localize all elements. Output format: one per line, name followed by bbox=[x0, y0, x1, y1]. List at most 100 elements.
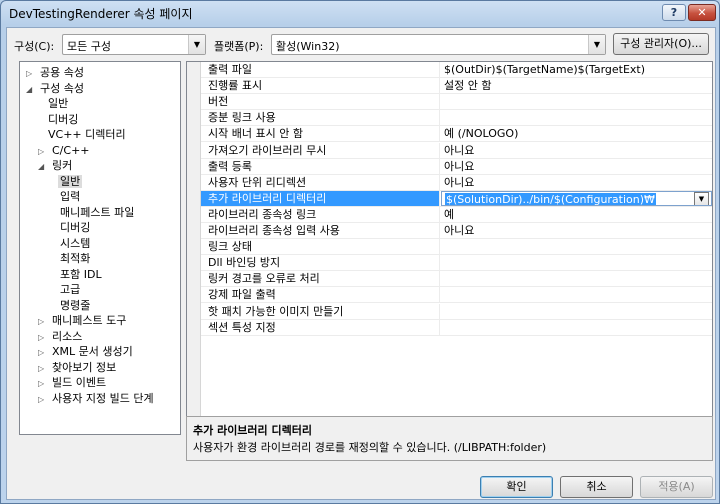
property-value[interactable]: $(SolutionDir)../bin/$(Configuration)₩ ▼ bbox=[441, 190, 712, 206]
property-name: 증분 링크 사용 bbox=[201, 110, 440, 126]
tree-item[interactable]: ▷ XML 문서 생성기 bbox=[38, 344, 135, 359]
tree-item-label: C/C++ bbox=[52, 143, 90, 157]
property-row[interactable]: 강제 파일 출력 bbox=[201, 287, 712, 304]
tree-item[interactable]: ▷ 찾아보기 정보 bbox=[38, 360, 118, 375]
category-tree[interactable]: ▷ 공용 속성 ◢ 구성 속성 일반 디버깅 VC++ 디렉터리 ▷ C/C++ ◢ 링커 일반 입력 매… bbox=[19, 61, 181, 435]
property-value-text: 예 (/NOLOGO) bbox=[444, 127, 519, 141]
tree-item[interactable]: ▷ 매니페스트 도구 bbox=[38, 313, 128, 328]
collapsed-arrow-icon[interactable]: ▷ bbox=[38, 314, 50, 329]
property-row[interactable]: 섹션 특성 지정 bbox=[201, 319, 712, 336]
property-row[interactable]: 증분 링크 사용 bbox=[201, 110, 712, 127]
property-row[interactable]: 라이브러리 종속성 링크 예 bbox=[201, 206, 712, 223]
tree-item[interactable]: 명령줄 bbox=[58, 298, 92, 313]
tree-item[interactable]: 포함 IDL bbox=[58, 267, 104, 282]
property-name: 섹션 특성 지정 bbox=[201, 319, 440, 335]
property-row[interactable]: 가져오기 라이브러리 무시 아니요 bbox=[201, 142, 712, 159]
platform-select-value: 활성(Win32) bbox=[276, 40, 340, 53]
tree-item[interactable]: 시스템 bbox=[58, 236, 92, 251]
property-value[interactable] bbox=[441, 94, 712, 109]
collapsed-arrow-icon[interactable]: ▷ bbox=[38, 392, 50, 407]
tree-item-label: 명령줄 bbox=[60, 298, 91, 312]
tree-item[interactable]: ▷ 공용 속성 bbox=[26, 65, 86, 80]
tree-item[interactable]: ▷ 사용자 지정 빌드 단계 bbox=[38, 391, 156, 406]
tree-item[interactable]: 일반 bbox=[58, 174, 83, 189]
collapsed-arrow-icon[interactable]: ▷ bbox=[38, 330, 50, 345]
property-row[interactable]: 사용자 단위 리디렉션 아니요 bbox=[201, 174, 712, 191]
dialog-client: 구성(C): 모든 구성 ▼ 플랫폼(P): 활성(Win32) ▼ 구성 관리… bbox=[6, 27, 716, 500]
property-value[interactable]: $(OutDir)$(TargetName)$(TargetExt) bbox=[441, 62, 712, 77]
tree-item[interactable]: ◢ 링커 bbox=[38, 158, 74, 173]
config-select[interactable]: 모든 구성 ▼ bbox=[62, 34, 206, 55]
close-button[interactable]: ✕ bbox=[688, 4, 716, 21]
property-value-text: $(SolutionDir)../bin/$(Configuration)₩ bbox=[445, 192, 656, 206]
property-row[interactable]: 핫 패치 가능한 이미지 만들기 bbox=[201, 303, 712, 320]
property-name: 사용자 단위 리디렉션 bbox=[201, 174, 440, 190]
property-value[interactable] bbox=[441, 239, 712, 254]
tree-item-label: 매니페스트 파일 bbox=[60, 205, 135, 219]
tree-item[interactable]: ◢ 구성 속성 bbox=[26, 81, 86, 96]
property-row[interactable]: 추가 라이브러리 디렉터리 $(SolutionDir)../bin/$(Conf… bbox=[201, 190, 712, 207]
property-value[interactable] bbox=[441, 255, 712, 270]
chevron-down-icon[interactable]: ▼ bbox=[188, 35, 205, 54]
tree-item[interactable]: VC++ 디렉터리 bbox=[46, 127, 128, 142]
tree-item[interactable]: 고급 bbox=[58, 282, 82, 297]
title-bar[interactable]: DevTestingRenderer 속성 페이지 ? ✕ bbox=[1, 1, 719, 25]
property-value[interactable]: 아니요 bbox=[441, 159, 712, 174]
dropdown-arrow-icon[interactable]: ▼ bbox=[694, 191, 709, 205]
expanded-arrow-icon[interactable]: ◢ bbox=[38, 159, 50, 174]
collapsed-arrow-icon[interactable]: ▷ bbox=[38, 345, 50, 360]
tree-item-label: 입력 bbox=[60, 190, 81, 203]
property-row[interactable]: 출력 파일 $(OutDir)$(TargetName)$(TargetExt) bbox=[201, 62, 712, 78]
property-grid[interactable]: 출력 파일 $(OutDir)$(TargetName)$(TargetExt) 진… bbox=[186, 61, 713, 436]
tree-item[interactable]: 입력 bbox=[58, 189, 82, 204]
property-row[interactable]: 출력 등록 아니요 bbox=[201, 158, 712, 175]
tree-item[interactable]: 디버깅 bbox=[58, 220, 92, 235]
property-row[interactable]: 라이브러리 종속성 입력 사용 아니요 bbox=[201, 223, 712, 239]
property-name: 추가 라이브러리 디렉터리 bbox=[201, 190, 440, 206]
property-value-text: 설정 안 함 bbox=[444, 79, 492, 93]
description-panel: 추가 라이브러리 디렉터리 사용자가 환경 라이브러리 경로를 재정의할 수 있… bbox=[186, 416, 713, 461]
property-row[interactable]: 링커 경고를 오류로 처리 bbox=[201, 271, 712, 288]
property-row[interactable]: 시작 배너 표시 안 함 예 (/NOLOGO) bbox=[201, 126, 712, 143]
property-name: 라이브러리 종속성 링크 bbox=[201, 206, 440, 222]
property-value-text: 예 bbox=[444, 207, 455, 221]
apply-button[interactable]: 적용(A) bbox=[640, 476, 713, 498]
collapsed-arrow-icon[interactable]: ▷ bbox=[26, 66, 38, 81]
property-row[interactable]: 버전 bbox=[201, 94, 712, 111]
expanded-arrow-icon[interactable]: ◢ bbox=[26, 82, 38, 97]
property-value[interactable]: 예 bbox=[441, 207, 712, 222]
tree-item[interactable]: ▷ C/C++ bbox=[38, 143, 92, 158]
tree-item[interactable]: 매니페스트 파일 bbox=[58, 205, 136, 220]
window-title: DevTestingRenderer 속성 페이지 bbox=[9, 7, 193, 21]
collapsed-arrow-icon[interactable]: ▷ bbox=[38, 144, 50, 159]
property-row[interactable]: 링크 상태 bbox=[201, 239, 712, 256]
tree-item[interactable]: 디버깅 bbox=[46, 112, 80, 127]
platform-select[interactable]: 활성(Win32) ▼ bbox=[271, 34, 606, 55]
description-title: 추가 라이브러리 디렉터리 bbox=[193, 424, 312, 437]
tree-item[interactable]: ▷ 빌드 이벤트 bbox=[38, 375, 108, 390]
cancel-button[interactable]: 취소 bbox=[560, 476, 633, 498]
tree-item[interactable]: 일반 bbox=[46, 96, 70, 111]
property-row[interactable]: 진행률 표시 설정 안 함 bbox=[201, 78, 712, 95]
config-manager-button[interactable]: 구성 관리자(O)... bbox=[613, 33, 709, 55]
property-value[interactable] bbox=[441, 271, 712, 286]
tree-item[interactable]: ▷ 리소스 bbox=[38, 329, 84, 344]
property-value[interactable] bbox=[441, 110, 712, 125]
collapsed-arrow-icon[interactable]: ▷ bbox=[38, 361, 50, 376]
chevron-down-icon[interactable]: ▼ bbox=[588, 35, 605, 54]
property-value[interactable]: 설정 안 함 bbox=[441, 78, 712, 93]
property-value[interactable]: 예 (/NOLOGO) bbox=[441, 126, 712, 141]
property-row[interactable]: Dll 바인딩 방지 bbox=[201, 255, 712, 272]
help-button[interactable]: ? bbox=[662, 4, 686, 21]
property-value[interactable]: 아니요 bbox=[441, 143, 712, 158]
property-value[interactable]: 아니요 bbox=[441, 223, 712, 238]
tree-item-label: 포함 IDL bbox=[60, 267, 102, 281]
property-value[interactable]: 아니요 bbox=[441, 175, 712, 190]
property-value[interactable] bbox=[441, 304, 712, 319]
tree-item-label: 링커 bbox=[52, 159, 73, 172]
property-value[interactable] bbox=[441, 287, 712, 302]
property-value[interactable] bbox=[441, 320, 712, 335]
ok-button[interactable]: 확인 bbox=[480, 476, 553, 498]
tree-item[interactable]: 최적화 bbox=[58, 251, 92, 266]
collapsed-arrow-icon[interactable]: ▷ bbox=[38, 376, 50, 391]
